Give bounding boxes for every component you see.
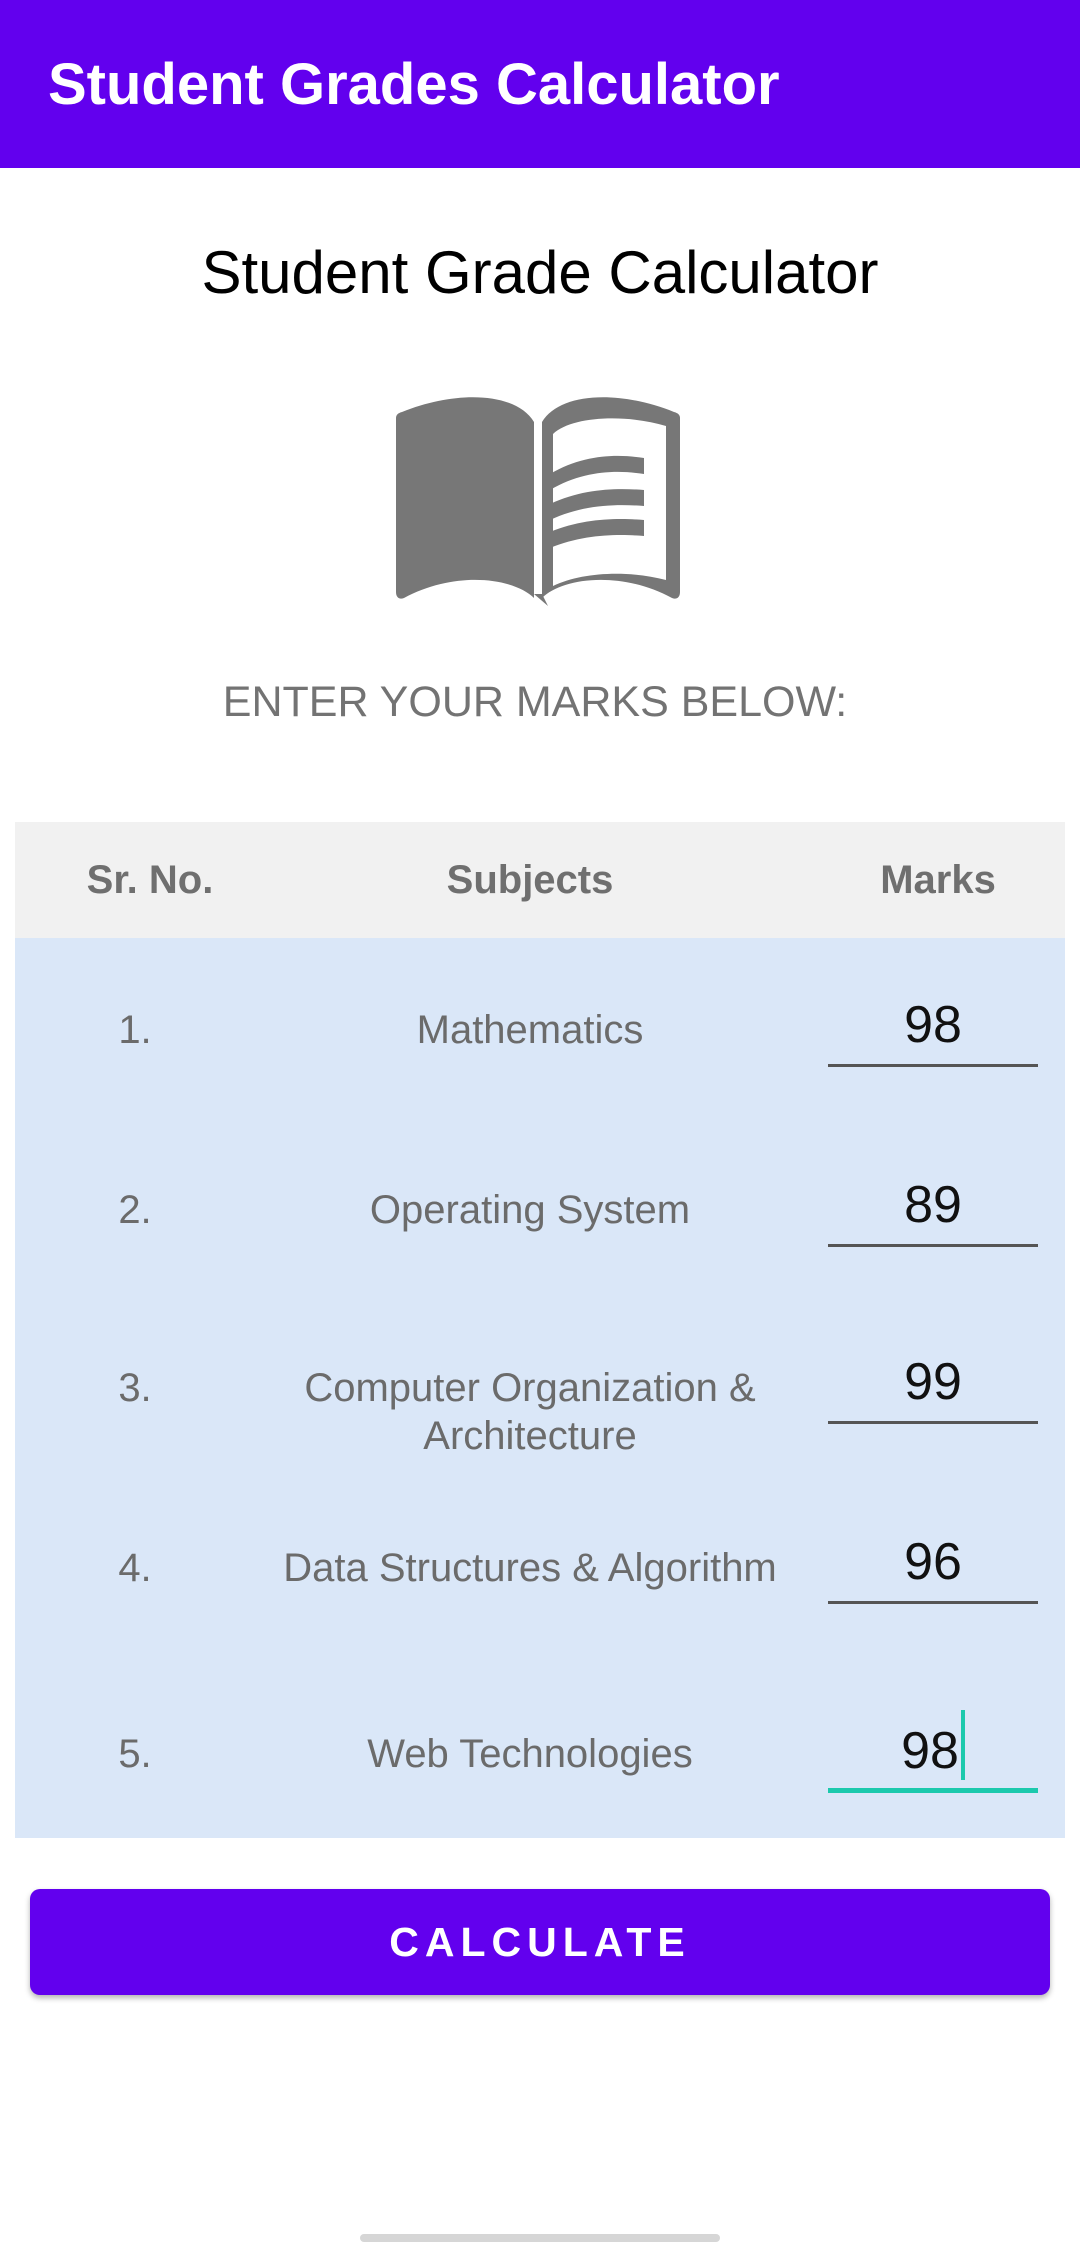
- home-indicator[interactable]: [360, 2234, 720, 2242]
- calculate-button[interactable]: CALCULATE: [30, 1889, 1050, 1995]
- subject-name: Data Structures & Algorithm: [283, 1546, 777, 1590]
- page-title: Student Grade Calculator: [201, 239, 879, 306]
- marks-input-data-structures[interactable]: 96: [828, 1523, 1038, 1604]
- subject-name: Web Technologies: [367, 1732, 693, 1776]
- text-cursor: [960, 1710, 965, 1780]
- row-number: 4.: [118, 1546, 152, 1590]
- open-book-icon: [396, 397, 680, 606]
- marks-table: 1. Mathematics 98 2. Operating System 89…: [15, 938, 1065, 1838]
- marks-input-computer-organization[interactable]: 99: [828, 1343, 1038, 1424]
- header-sr-no: Sr. No.: [86, 858, 214, 902]
- row-number: 1.: [118, 1008, 152, 1052]
- header-subjects: Subjects: [446, 858, 614, 902]
- subject-name: Computer Organization & Architecture: [304, 1366, 756, 1458]
- app-bar: Student Grades Calculator: [0, 0, 1080, 168]
- marks-input-mathematics[interactable]: 98: [828, 986, 1038, 1067]
- subject-name: Mathematics: [416, 1008, 644, 1052]
- marks-input-operating-system[interactable]: 89: [828, 1166, 1038, 1247]
- table-header: Sr. No. Subjects Marks: [15, 822, 1065, 938]
- marks-value: 98: [901, 1722, 959, 1780]
- marks-input-web-technologies[interactable]: 98: [828, 1710, 1038, 1793]
- app-bar-title: Student Grades Calculator: [48, 52, 780, 117]
- header-marks: Marks: [880, 858, 996, 902]
- row-number: 5.: [118, 1732, 152, 1776]
- row-number: 3.: [118, 1366, 152, 1410]
- subject-name: Operating System: [369, 1188, 691, 1232]
- row-number: 2.: [118, 1188, 152, 1232]
- instruction-text: ENTER YOUR MARKS BELOW:: [222, 678, 848, 726]
